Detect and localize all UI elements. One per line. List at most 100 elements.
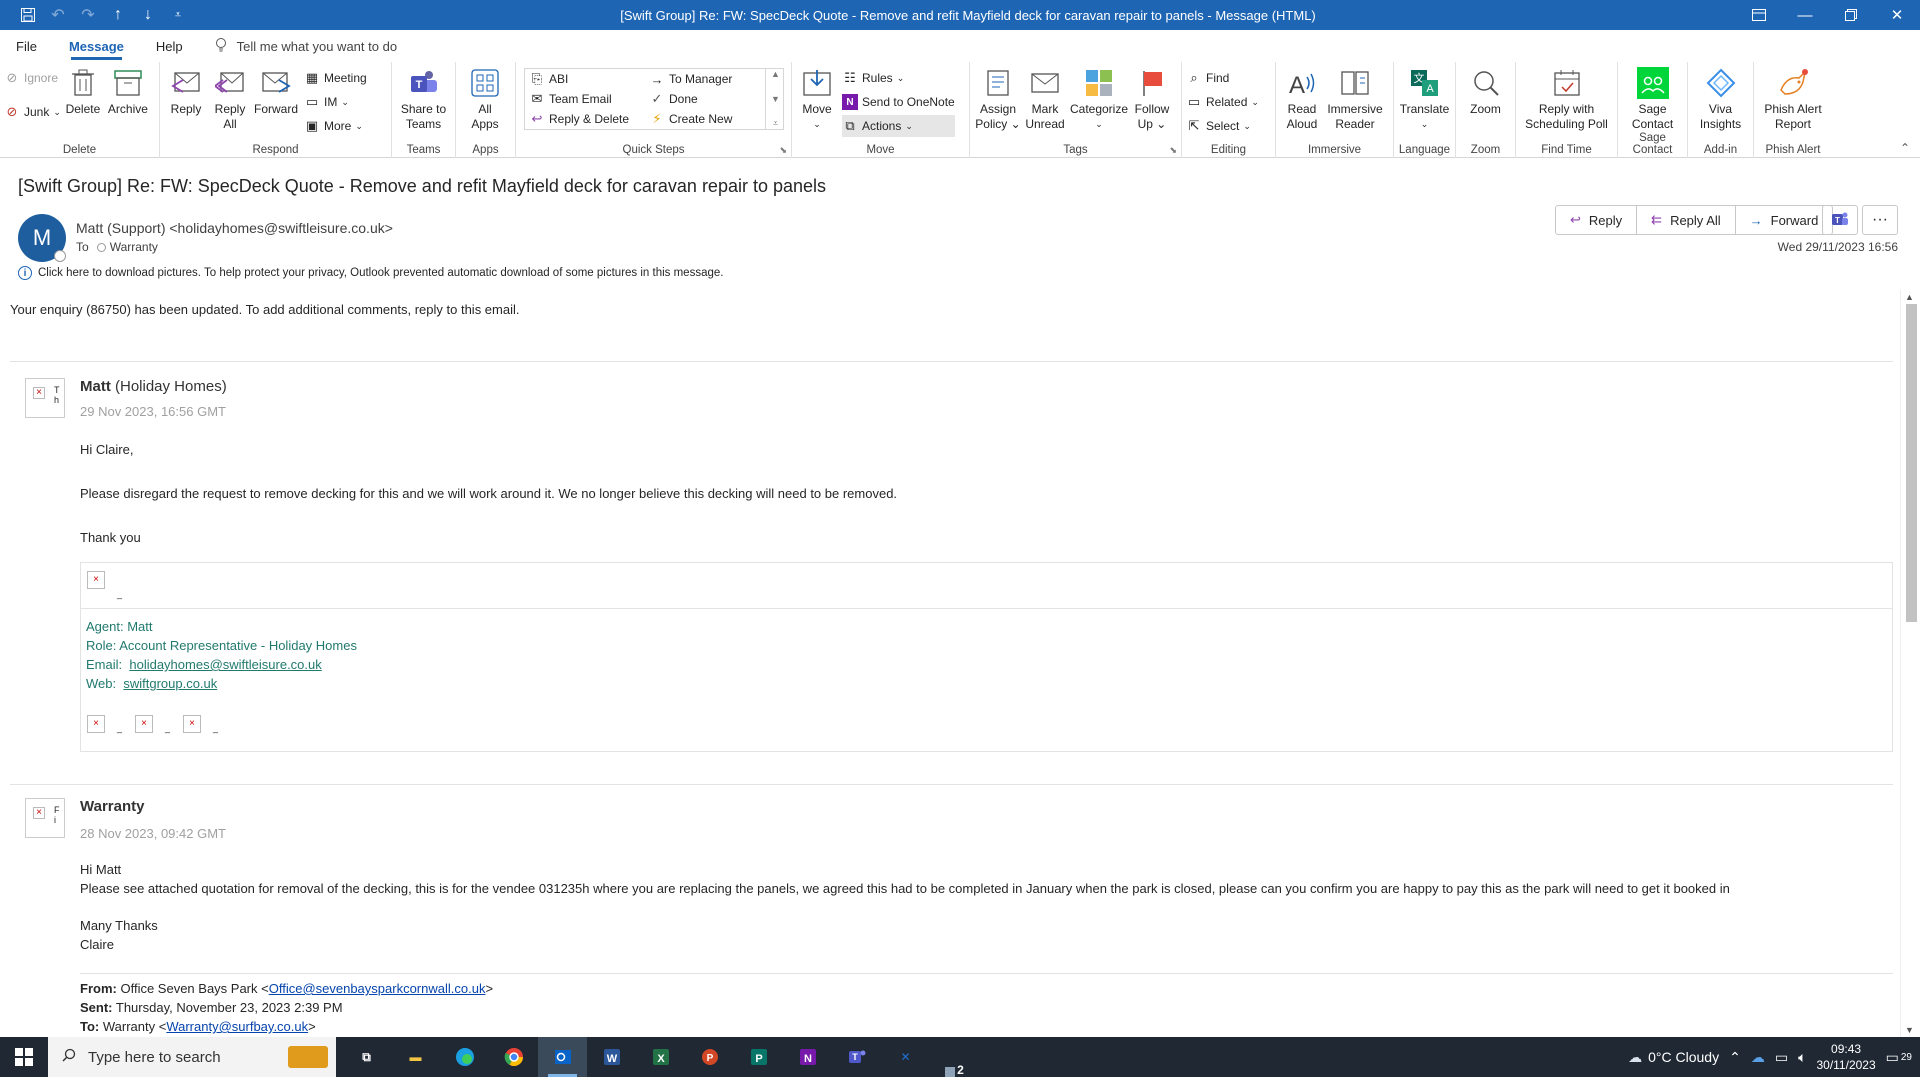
meeting-button[interactable]: ▦ Meeting	[304, 67, 367, 89]
more-respond-icon: ▣	[305, 118, 319, 133]
excel-icon[interactable]: X	[636, 1037, 685, 1077]
notifications-icon[interactable]: ▭ 29	[1886, 1049, 1912, 1066]
collapse-ribbon-icon[interactable]: ⌃	[1900, 141, 1910, 155]
tab-file[interactable]: File	[0, 30, 53, 62]
scheduling-poll-icon	[1551, 67, 1583, 99]
entry-date: 28 Nov 2023, 09:42 GMT	[80, 826, 226, 841]
grouped-app-icon[interactable]: 2	[930, 1037, 979, 1077]
tags-launcher-icon[interactable]: ⬊	[1169, 145, 1177, 156]
edge-icon[interactable]	[440, 1037, 489, 1077]
to-recipient[interactable]: Warranty	[110, 240, 158, 254]
undo-icon[interactable]: ↶	[48, 5, 68, 25]
download-pictures-bar[interactable]: i Click here to download pictures. To he…	[18, 266, 723, 280]
chrome-icon[interactable]	[489, 1037, 538, 1077]
signature-box: × _ Agent: Matt Role: Account Representa…	[80, 562, 1893, 752]
broken-image[interactable]: × Fi	[25, 798, 65, 838]
app-icon[interactable]: ✕	[881, 1037, 930, 1077]
to-email-link[interactable]: Warranty@surfbay.co.uk	[166, 1019, 308, 1034]
select-button[interactable]: ⇱ Select ⌄	[1186, 115, 1259, 137]
word-icon[interactable]: W	[587, 1037, 636, 1077]
network-icon[interactable]: ▭	[1775, 1049, 1788, 1066]
junk-button[interactable]: ⊘ Junk ⌄	[4, 101, 61, 123]
reply-button[interactable]: ↩ Reply	[1556, 206, 1638, 234]
weather-widget[interactable]: ☁ 0°C Cloudy	[1628, 1049, 1719, 1066]
more-actions-button[interactable]: ···	[1862, 205, 1898, 235]
broken-image[interactable]: ×	[183, 715, 201, 733]
im-button[interactable]: ▭ IM ⌄	[304, 91, 367, 113]
presence-indicator	[54, 250, 66, 262]
from-email-link[interactable]: Office@sevenbaysparkcornwall.co.uk	[269, 981, 486, 996]
volume-icon[interactable]: 🔈︎	[1798, 1049, 1806, 1066]
svg-text:T: T	[415, 79, 422, 91]
dialog-launcher-icon[interactable]: ⬊	[779, 145, 787, 156]
tell-me-label: Tell me what you want to do	[236, 38, 398, 54]
svg-text:T: T	[852, 1052, 858, 1062]
broken-image[interactable]: ×	[87, 715, 105, 733]
group-teams: T Share to Teams Teams	[392, 62, 456, 158]
qs-scroll[interactable]: ▲ ▼ ⩡	[765, 69, 785, 129]
find-button[interactable]: ⌕ Find	[1186, 67, 1259, 89]
scroll-up-icon[interactable]: ▲	[1905, 292, 1914, 302]
customize-qat-icon[interactable]: ⩡	[168, 5, 188, 25]
taskbar-badge: 2	[957, 1063, 964, 1077]
clock[interactable]: 09:43 30/11/2023	[1816, 1041, 1875, 1073]
powerpoint-icon[interactable]: P	[685, 1037, 734, 1077]
outlook-icon[interactable]	[538, 1037, 587, 1077]
onedrive-icon[interactable]: ☁	[1751, 1049, 1765, 1066]
group-respond: Reply Reply All Forward ▦ Meeting ▭ IM ⌄ ▣ M…	[160, 62, 392, 158]
file-explorer-icon[interactable]: ▬	[391, 1037, 440, 1077]
task-view-icon[interactable]: ⧉	[342, 1037, 391, 1077]
cursor-icon: ⇱	[1188, 118, 1200, 133]
qs-done[interactable]: ✓ Done	[645, 89, 765, 109]
reply-icon	[170, 67, 202, 99]
rules-button[interactable]: ☷ Rules ⌄	[842, 67, 955, 89]
arrow-right-icon: →	[650, 71, 664, 87]
tab-message[interactable]: Message	[53, 30, 140, 62]
qs-team-email[interactable]: ✉ Team Email	[525, 89, 645, 109]
publisher-icon[interactable]: P	[734, 1037, 783, 1077]
save-icon[interactable]	[18, 5, 38, 25]
group-sage-contact: Sage Contact Sage Contact	[1618, 62, 1688, 158]
close-icon[interactable]: ✕	[1874, 0, 1920, 30]
translate-icon: 文A	[1409, 67, 1441, 99]
broken-image[interactable]: ×	[87, 571, 105, 589]
calendar-icon: ▦	[305, 70, 319, 85]
divider	[80, 973, 1893, 974]
scroll-down-icon[interactable]: ▼	[1905, 1025, 1914, 1035]
previous-item-icon[interactable]: ↑	[108, 5, 128, 25]
group-find-time: Reply with Scheduling Poll Find Time	[1516, 62, 1618, 158]
tab-help[interactable]: Help	[140, 30, 199, 62]
sender[interactable]: Matt (Support) <holidayhomes@swiftleisur…	[76, 220, 393, 236]
scroll-thumb[interactable]	[1906, 304, 1917, 622]
related-button[interactable]: ▭ Related ⌄	[1186, 91, 1259, 113]
tell-me-search[interactable]: Tell me what you want to do	[215, 37, 397, 56]
next-item-icon[interactable]: ↓	[138, 5, 158, 25]
restore-icon[interactable]	[1828, 0, 1874, 30]
reply-all-button[interactable]: ⇇ Reply All	[1637, 206, 1736, 234]
forward-button[interactable]: → Forward	[1736, 206, 1833, 234]
chevron-up-icon[interactable]: ⌃	[1729, 1049, 1741, 1066]
to-label: To	[76, 240, 89, 254]
onenote-taskbar-icon[interactable]: N	[783, 1037, 832, 1077]
more-respond-button[interactable]: ▣ More ⌄	[304, 115, 367, 137]
menu-bar: File Message Help Tell me what you want …	[0, 30, 1920, 62]
broken-image[interactable]: ×	[135, 715, 153, 733]
ribbon-display-icon[interactable]	[1736, 0, 1782, 30]
taskbar-search[interactable]: Type here to search	[48, 1037, 336, 1077]
ignore-button[interactable]: ⊘ Ignore	[4, 67, 61, 89]
send-to-onenote-button[interactable]: N Send to OneNote	[842, 91, 955, 113]
qs-create-new[interactable]: ⚡ Create New	[645, 109, 765, 129]
sig-email-link[interactable]: holidayhomes@swiftleisure.co.uk	[129, 657, 321, 672]
qs-reply-delete[interactable]: ↩ Reply & Delete	[525, 109, 645, 129]
minimize-icon[interactable]: —	[1782, 0, 1828, 30]
qs-abi[interactable]: ⎘ ABI	[525, 69, 645, 89]
vertical-scrollbar[interactable]: ▲ ▼	[1900, 290, 1920, 1037]
broken-image[interactable]: × Th	[25, 378, 65, 418]
actions-button[interactable]: ⧉ Actions ⌄	[842, 115, 955, 137]
sig-web-link[interactable]: swiftgroup.co.uk	[123, 676, 217, 691]
redo-icon[interactable]: ↷	[78, 5, 98, 25]
teams-taskbar-icon[interactable]: T	[832, 1037, 881, 1077]
qs-to-manager[interactable]: → To Manager	[645, 69, 765, 89]
start-button[interactable]	[0, 1037, 48, 1077]
teams-chat-button[interactable]: T	[1822, 205, 1858, 235]
